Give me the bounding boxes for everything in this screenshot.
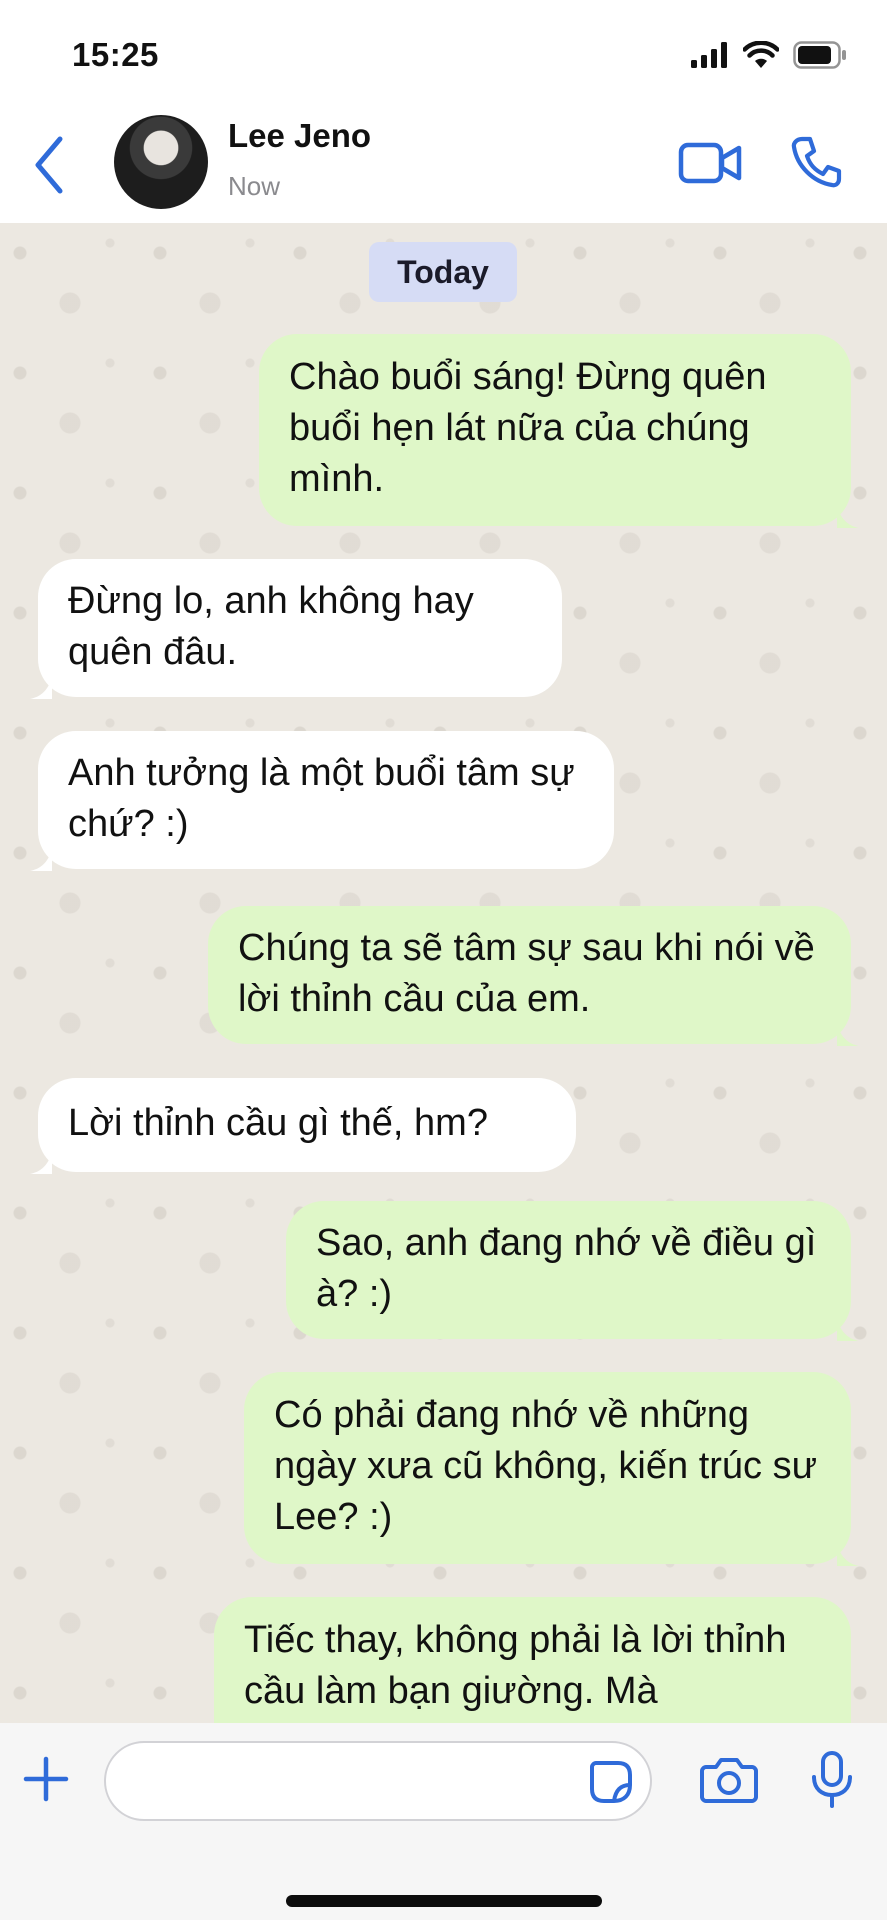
message-input-bar [0,1723,887,1839]
message-bubble-incoming[interactable]: Lời thỉnh cầu gì thế, hm? [30,1078,576,1174]
chat-area[interactable]: Today Chào buổi sáng! Đừng quên buổi hẹn… [0,223,887,1723]
message-bubble-incoming[interactable]: Đừng lo, anh không hay quên đâu. [30,559,562,699]
message-text: Sao, anh đang nhớ về điều gì à? :) [316,1222,817,1315]
message-input[interactable] [130,1757,574,1807]
message-bubble-incoming[interactable]: Anh tưởng là một buổi tâm sự chứ? :) [30,731,614,871]
date-separator: Today [369,242,517,302]
message-bubble-outgoing[interactable]: Chúng ta sẽ tâm sự sau khi nói về lời th… [208,906,859,1046]
signal-icon [691,42,727,68]
message-bubble-outgoing[interactable]: Chào buổi sáng! Đừng quên buổi hẹn lát n… [259,334,859,528]
status-icons [691,40,847,70]
message-text: Chúng ta sẽ tâm sự sau khi nói về lời th… [238,927,815,1020]
microphone-icon[interactable] [810,1751,854,1809]
bubble-tail-icon [837,1024,859,1046]
back-chevron-icon[interactable] [30,133,70,197]
status-time: 15:25 [72,36,159,73]
camera-icon[interactable] [700,1755,758,1805]
message-text: Tiếc thay, không phải là lời thỉnh cầu l… [244,1619,787,1712]
home-area [0,1839,887,1920]
bubble-tail-icon [837,506,859,528]
bubble-tail-icon [30,677,52,699]
bubble-tail-icon [30,849,52,871]
contact-name[interactable]: Lee Jeno [228,117,371,155]
bubble-tail-icon [837,1544,859,1566]
bubble-tail-icon [837,1319,859,1341]
message-bubble-outgoing[interactable]: Sao, anh đang nhớ về điều gì à? :) [286,1201,859,1341]
phone-call-icon[interactable] [790,135,842,189]
message-text: Anh tưởng là một buổi tâm sự chứ? :) [68,752,575,845]
wifi-icon [743,41,779,68]
message-text: Có phải đang nhớ về những ngày xưa cũ kh… [274,1394,818,1538]
home-indicator[interactable] [286,1895,602,1907]
contact-presence: Now [228,171,281,201]
chat-header: Lee Jeno Now [0,105,887,223]
status-bar: 15:25 [0,0,887,105]
video-call-icon[interactable] [678,140,742,186]
message-bubble-outgoing[interactable]: Có phải đang nhớ về những ngày xưa cũ kh… [244,1372,859,1566]
message-text: Chào buổi sáng! Đừng quên buổi hẹn lát n… [289,356,767,500]
message-field[interactable] [104,1741,652,1821]
message-text: Đừng lo, anh không hay quên đâu. [68,580,474,673]
message-bubble-outgoing[interactable]: Tiếc thay, không phải là lời thỉnh cầu l… [214,1597,851,1723]
battery-icon [793,41,846,69]
plus-icon[interactable] [22,1755,70,1803]
bubble-tail-icon [30,1152,52,1174]
message-text: Lời thỉnh cầu gì thế, hm? [68,1102,488,1144]
contact-avatar[interactable] [114,115,208,209]
sticker-icon[interactable] [588,1759,634,1805]
